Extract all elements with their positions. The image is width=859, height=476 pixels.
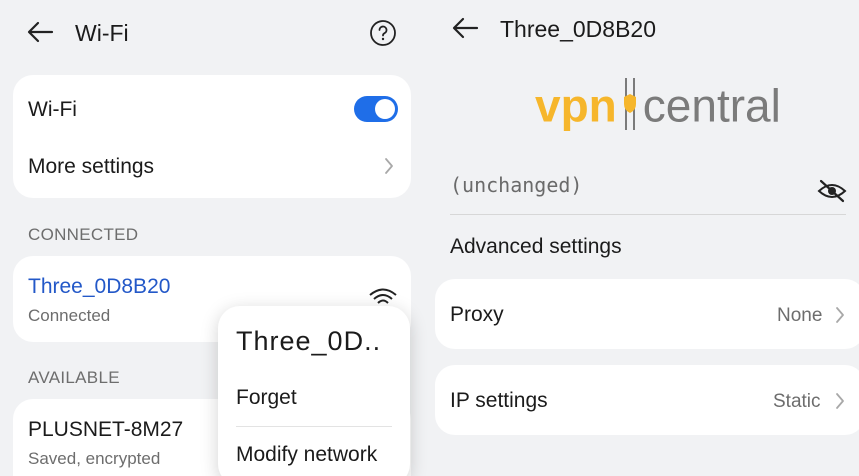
wifi-toggle[interactable] xyxy=(354,96,398,122)
vpncentral-watermark: vpn central xyxy=(535,76,781,143)
menu-divider xyxy=(236,426,392,427)
proxy-row[interactable]: Proxy None xyxy=(435,279,859,349)
eye-off-icon[interactable] xyxy=(817,178,847,209)
connected-network-status: Connected xyxy=(28,306,111,325)
watermark-vpn: vpn xyxy=(535,79,617,132)
toggle-knob xyxy=(375,99,395,119)
advanced-settings-label[interactable]: Advanced settings xyxy=(450,235,622,259)
ip-settings-row[interactable]: IP settings Static xyxy=(435,365,859,435)
chevron-right-icon xyxy=(835,392,845,415)
forget-menu-item[interactable]: Forget xyxy=(236,386,297,410)
available-network-status: Saved, encrypted xyxy=(28,449,161,468)
more-settings-row[interactable]: More settings xyxy=(28,155,154,179)
wifi-toggle-label: Wi-Fi xyxy=(28,98,77,121)
watermark-central: central xyxy=(642,79,781,132)
page-title: Wi-Fi xyxy=(75,20,129,46)
network-title: Three_0D8B20 xyxy=(500,16,656,42)
ip-settings-value: Static xyxy=(773,391,821,412)
back-arrow-icon[interactable] xyxy=(26,20,54,44)
context-menu-title: Three_0D.. xyxy=(236,326,382,356)
chevron-right-icon xyxy=(384,157,394,180)
connected-network-name: Three_0D8B20 xyxy=(28,275,171,298)
connected-section-label: CONNECTED xyxy=(28,225,139,244)
available-network-name[interactable]: PLUSNET-8M27 xyxy=(28,418,183,442)
proxy-value: None xyxy=(777,305,823,326)
available-section-label: AVAILABLE xyxy=(28,368,120,387)
modify-network-menu-item[interactable]: Modify network xyxy=(236,443,377,467)
chevron-right-icon xyxy=(835,306,845,329)
wifi-settings-card: Wi-Fi More settings xyxy=(13,75,411,198)
password-underline xyxy=(450,214,846,215)
password-field[interactable]: (unchanged) xyxy=(450,173,582,197)
back-arrow-icon[interactable] xyxy=(451,16,479,40)
proxy-label: Proxy xyxy=(450,303,504,326)
shield-divider-icon xyxy=(621,76,639,143)
ip-settings-label: IP settings xyxy=(450,389,548,412)
help-circle-icon[interactable] xyxy=(369,19,397,47)
network-context-menu: Three_0D.. Forget Modify network xyxy=(218,306,410,476)
